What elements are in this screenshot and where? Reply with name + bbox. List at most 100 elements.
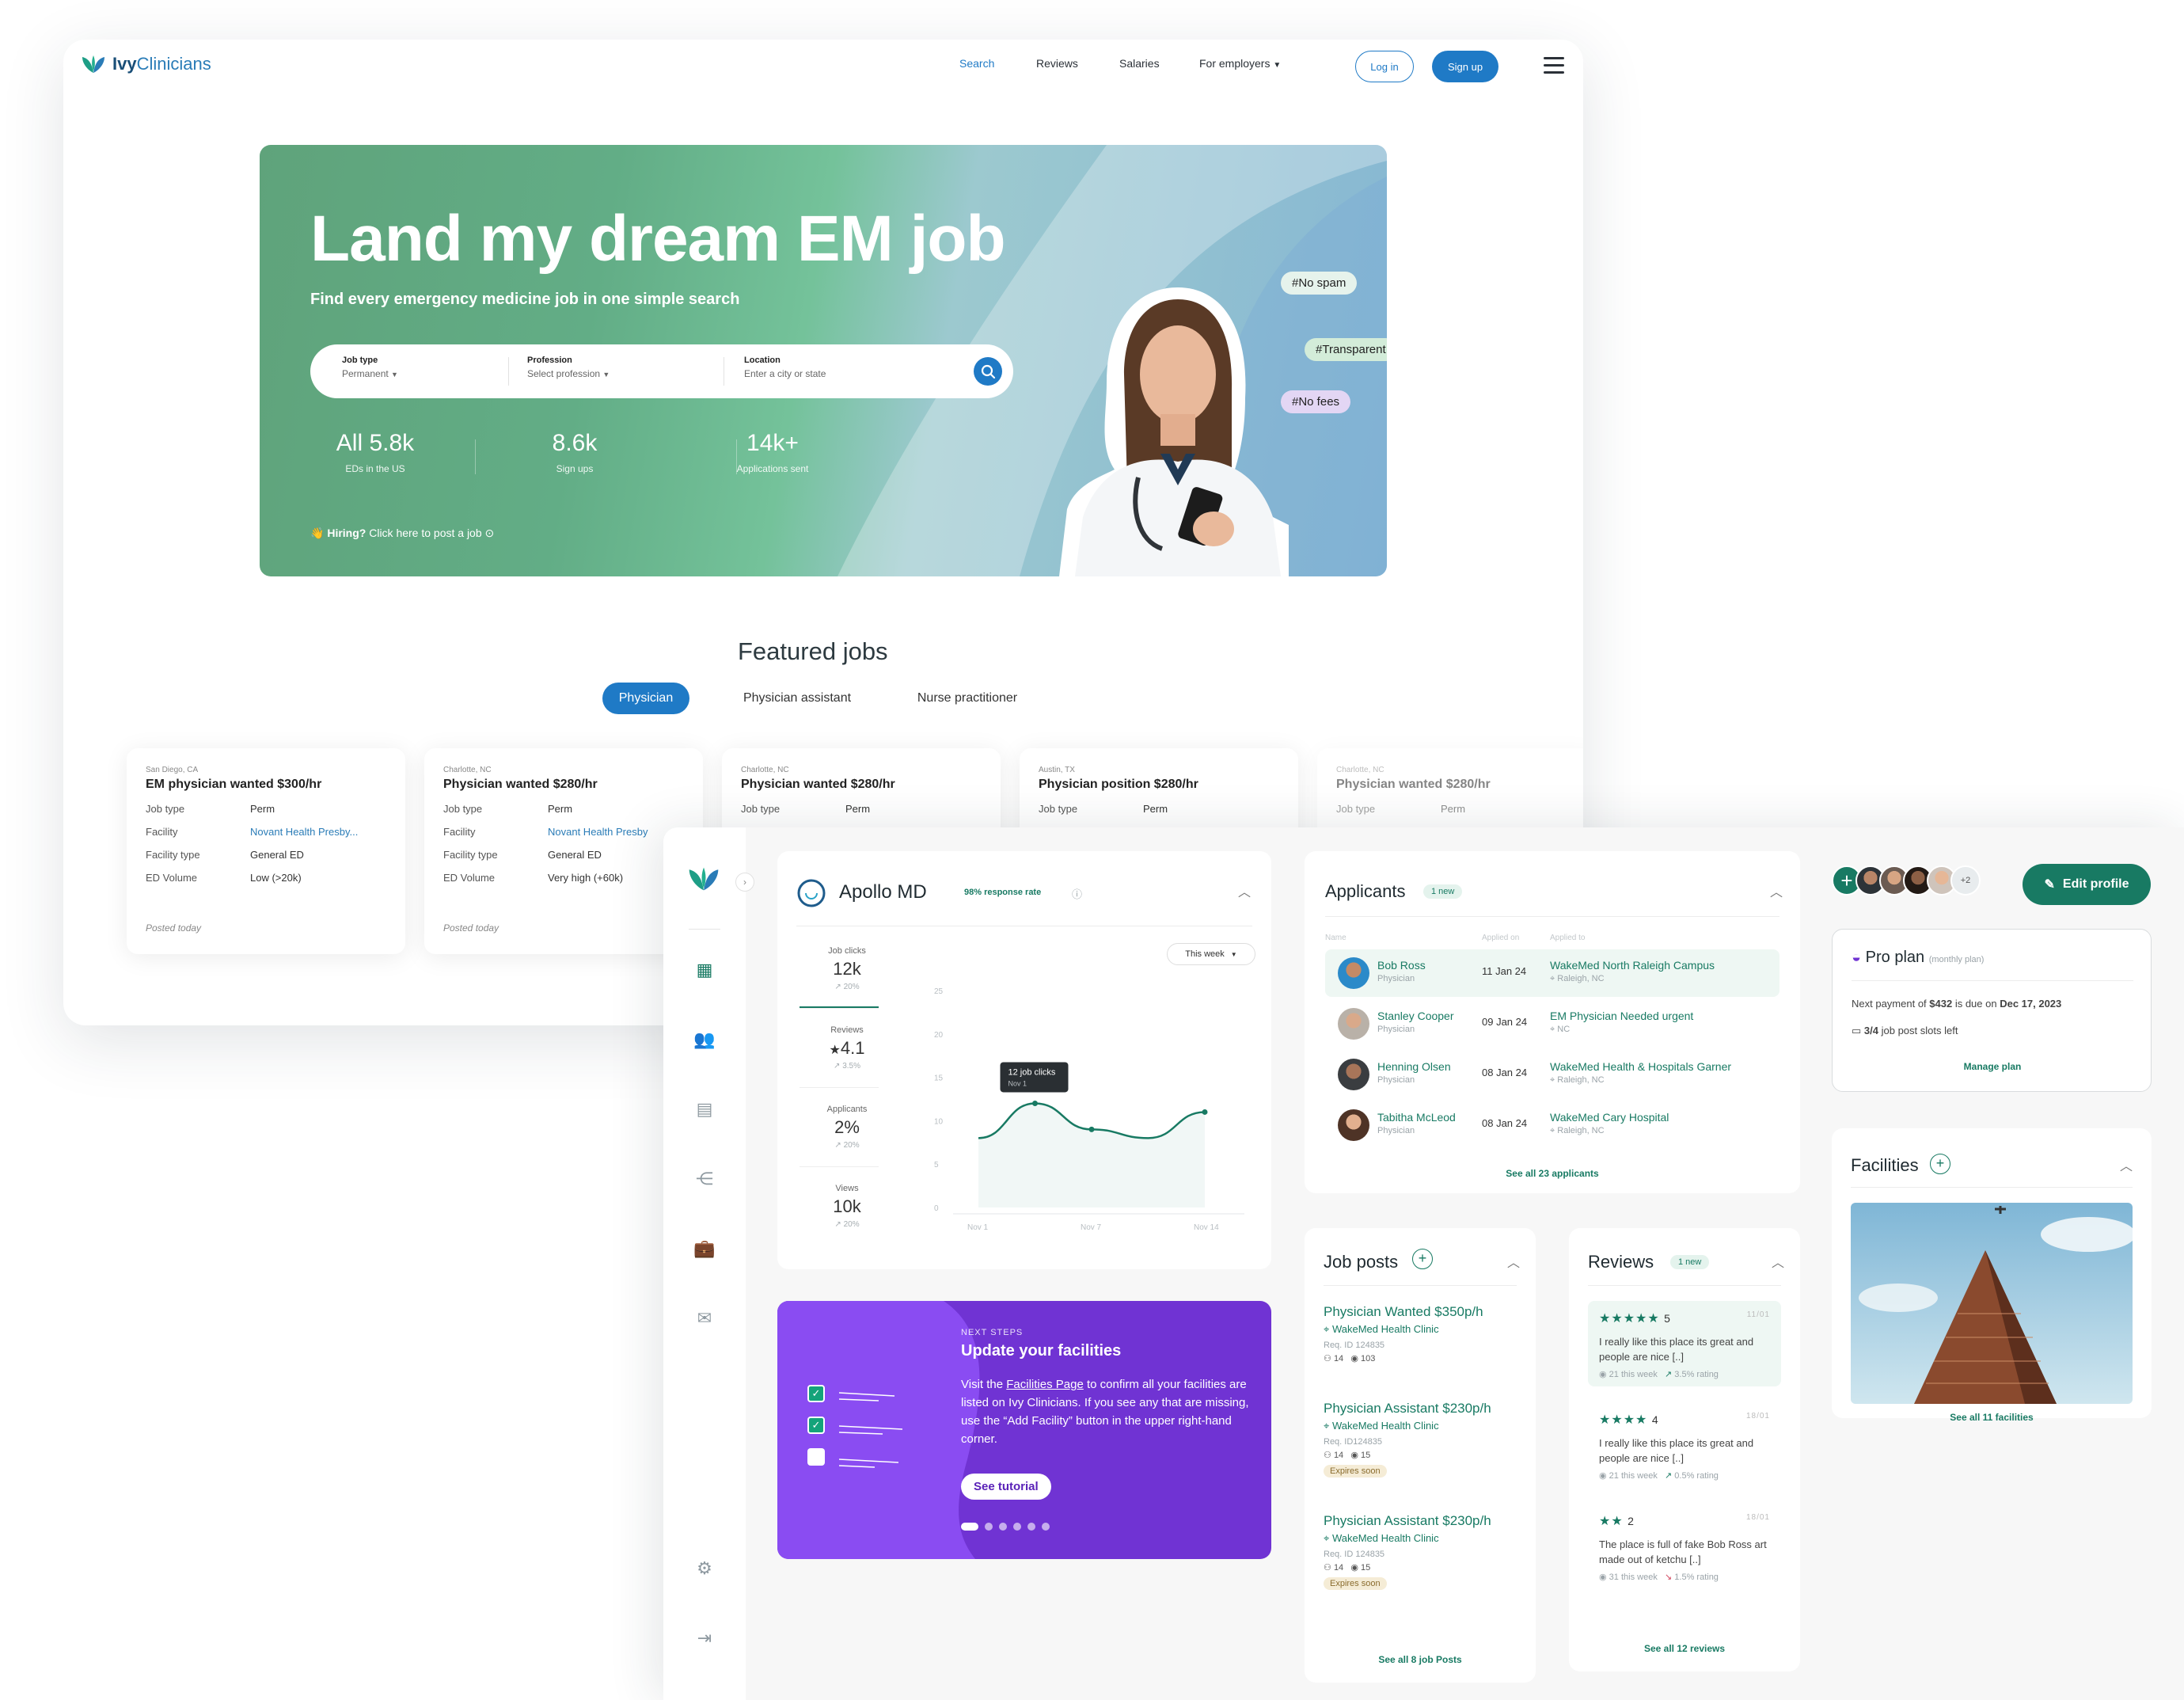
hamburger-menu-icon[interactable]: [1544, 57, 1564, 74]
collapse-sidebar-icon[interactable]: ›: [735, 873, 754, 892]
applied-to-job[interactable]: WakeMed Cary Hospital: [1550, 1111, 1669, 1124]
logo[interactable]: IvyClinicians: [81, 54, 211, 74]
review-item[interactable]: ★★ 2 18/01 The place is full of fake Bob …: [1588, 1504, 1781, 1592]
plan-subtitle: (monthly plan): [1928, 955, 1985, 964]
location-input[interactable]: Location Enter a city or state: [744, 356, 826, 379]
range-value: This week: [1185, 949, 1225, 959]
nav-search[interactable]: Search: [959, 57, 994, 70]
job-post-item[interactable]: Physician Wanted $350p/h ⌖ WakeMed Healt…: [1324, 1304, 1483, 1363]
chevron-up-icon[interactable]: ︿: [1507, 1252, 1520, 1271]
review-views: 31 this week: [1609, 1573, 1658, 1582]
dashboard-window: › ▦ 👥 ▤ ⋲ 💼 ✉ ⚙ ⇥ Apollo MD 98% response…: [663, 827, 2184, 1700]
facility-link[interactable]: Novant Health Presby...: [250, 826, 358, 838]
logout-icon[interactable]: ⇥: [693, 1627, 716, 1649]
chevron-up-icon[interactable]: ︿: [1772, 1252, 1784, 1271]
review-item[interactable]: ★★★★ 4 18/01 I really like this place its…: [1588, 1402, 1781, 1490]
chevron-up-icon[interactable]: ︿: [2120, 1155, 2133, 1174]
gear-icon[interactable]: ⚙: [693, 1557, 716, 1580]
applied-to-job[interactable]: WakeMed North Raleigh Campus: [1550, 959, 1715, 972]
see-all-applicants-link[interactable]: See all 23 applicants: [1305, 1168, 1800, 1179]
applicant-row[interactable]: Bob Ross Physician 11 Jan 24 WakeMed Nort…: [1325, 949, 1779, 997]
facility-label: Facility: [443, 826, 476, 838]
manage-plan-link[interactable]: Manage plan: [1833, 1061, 2152, 1072]
review-item[interactable]: ★★★★★ 5 11/01 I really like this place it…: [1588, 1301, 1781, 1386]
kpi-job-clicks[interactable]: Job clicks 12k ↗ 20%: [800, 946, 894, 991]
applicant-row[interactable]: Tabitha McLeod Physician 08 Jan 24 WakeMe…: [1325, 1101, 1779, 1149]
ivy-leaf-icon[interactable]: [687, 865, 720, 892]
briefcase-icon[interactable]: 💼: [693, 1238, 716, 1260]
job-post-req-id: Req. ID 124835: [1324, 1550, 1385, 1559]
building-icon[interactable]: ▤: [693, 1098, 716, 1120]
dashboard-icon[interactable]: ▦: [693, 959, 716, 981]
ed-volume-label: ED Volume: [146, 872, 198, 884]
login-button[interactable]: Log in: [1355, 51, 1414, 82]
eye-icon: ◉: [1350, 1563, 1358, 1573]
next-payment: Next payment of $432 is due on Dec 17, 2…: [1852, 998, 2061, 1010]
signup-button[interactable]: Sign up: [1432, 51, 1498, 82]
job-type-select[interactable]: Job type Permanent ▼: [342, 356, 398, 379]
review-date: 18/01: [1745, 1412, 1770, 1420]
share-icon[interactable]: ⋲: [693, 1168, 716, 1190]
kpi-reviews[interactable]: Reviews ★4.1 ↗ 3.5%: [800, 1025, 894, 1071]
tooltip-subtitle: Nov 1: [1008, 1079, 1027, 1087]
column-header-name: Name: [1325, 934, 1346, 942]
job-type-label: Job type: [146, 803, 185, 815]
applied-to-job[interactable]: WakeMed Health & Hospitals Garner: [1550, 1060, 1731, 1073]
job-type-value: Perm: [250, 803, 275, 815]
applicant-role: Physician: [1377, 1025, 1415, 1034]
facility-photo[interactable]: [1851, 1203, 2133, 1404]
carousel-dot[interactable]: [1027, 1523, 1035, 1531]
applicant-row[interactable]: Henning Olsen Physician 08 Jan 24 WakeMed…: [1325, 1051, 1779, 1098]
carousel-dot-active[interactable]: [961, 1523, 978, 1531]
chevron-up-icon[interactable]: ︿: [1770, 881, 1783, 900]
chevron-up-icon[interactable]: ︿: [1238, 881, 1251, 900]
add-job-post-icon[interactable]: +: [1412, 1249, 1433, 1269]
posted-date: Posted today: [443, 922, 499, 934]
info-icon[interactable]: ⓘ: [1072, 886, 1082, 901]
ed-volume-value: Low (>20k): [250, 872, 302, 884]
hero-subtitle: Find every emergency medicine job in one…: [310, 291, 740, 308]
facility-link[interactable]: Novant Health Presby: [548, 826, 648, 838]
job-post-item[interactable]: Physician Assistant $230p/h ⌖ WakeMed He…: [1324, 1401, 1491, 1478]
tab-nurse-practitioner[interactable]: Nurse practitioner: [904, 683, 1031, 714]
facilities-page-link[interactable]: Facilities Page: [1006, 1378, 1084, 1391]
nav-for-employers[interactable]: For employers ▼: [1199, 57, 1281, 70]
kpi-views[interactable]: Views 10k ↗ 20%: [800, 1184, 894, 1229]
edit-profile-button[interactable]: ✎ Edit profile: [2023, 864, 2151, 905]
divider: [1324, 1285, 1517, 1286]
users-icon[interactable]: 👥: [693, 1029, 716, 1051]
carousel-dot[interactable]: [1013, 1523, 1021, 1531]
analytics-panel: Apollo MD 98% response rate ⓘ ︿ This wee…: [777, 851, 1271, 1269]
carousel-dot[interactable]: [1042, 1523, 1050, 1531]
avatar: [1338, 1008, 1369, 1040]
add-facility-icon[interactable]: +: [1930, 1154, 1950, 1174]
see-all-reviews-link[interactable]: See all 12 reviews: [1569, 1643, 1800, 1654]
job-post-item[interactable]: Physician Assistant $230p/h ⌖ WakeMed He…: [1324, 1513, 1491, 1590]
data-point: [1088, 1126, 1095, 1132]
response-rate: 98% response rate: [964, 888, 1042, 897]
nav-salaries[interactable]: Salaries: [1119, 57, 1160, 70]
carousel-dot[interactable]: [999, 1523, 1007, 1531]
nav-reviews[interactable]: Reviews: [1036, 57, 1078, 70]
review-date: 11/01: [1746, 1310, 1770, 1319]
carousel-dot[interactable]: [985, 1523, 993, 1531]
job-card[interactable]: San Diego, CA EM physician wanted $300/h…: [127, 748, 405, 954]
trend-up-icon: ↗: [834, 1062, 841, 1071]
team-avatars[interactable]: + +2: [1832, 865, 1981, 896]
hiring-link[interactable]: 👋 Hiring? Click here to post a job ⊙: [310, 527, 494, 540]
chat-star-icon[interactable]: ✉: [693, 1307, 716, 1329]
tab-physician-assistant[interactable]: Physician assistant: [730, 683, 864, 714]
range-select[interactable]: This week ▼: [1167, 943, 1255, 965]
tab-physician[interactable]: Physician: [602, 683, 689, 714]
pin-icon: ⌖: [1324, 1420, 1330, 1432]
see-all-facilities-link[interactable]: See all 11 facilities: [1832, 1412, 2152, 1423]
applied-to-job[interactable]: EM Physician Needed urgent: [1550, 1010, 1693, 1022]
job-post-title: Physician Assistant $230p/h: [1324, 1513, 1491, 1528]
kpi-applicants[interactable]: Applicants 2% ↗ 20%: [800, 1105, 894, 1150]
applicant-row[interactable]: Stanley Cooper Physician 09 Jan 24 EM Phy…: [1325, 1000, 1779, 1048]
job-card[interactable]: Charlotte, NC Physician wanted $280/hr J…: [424, 748, 703, 954]
see-all-job-posts-link[interactable]: See all 8 job Posts: [1305, 1654, 1536, 1665]
see-tutorial-button[interactable]: See tutorial: [961, 1474, 1051, 1500]
profession-select[interactable]: Profession Select profession ▼: [527, 356, 610, 379]
search-button[interactable]: [974, 357, 1002, 386]
